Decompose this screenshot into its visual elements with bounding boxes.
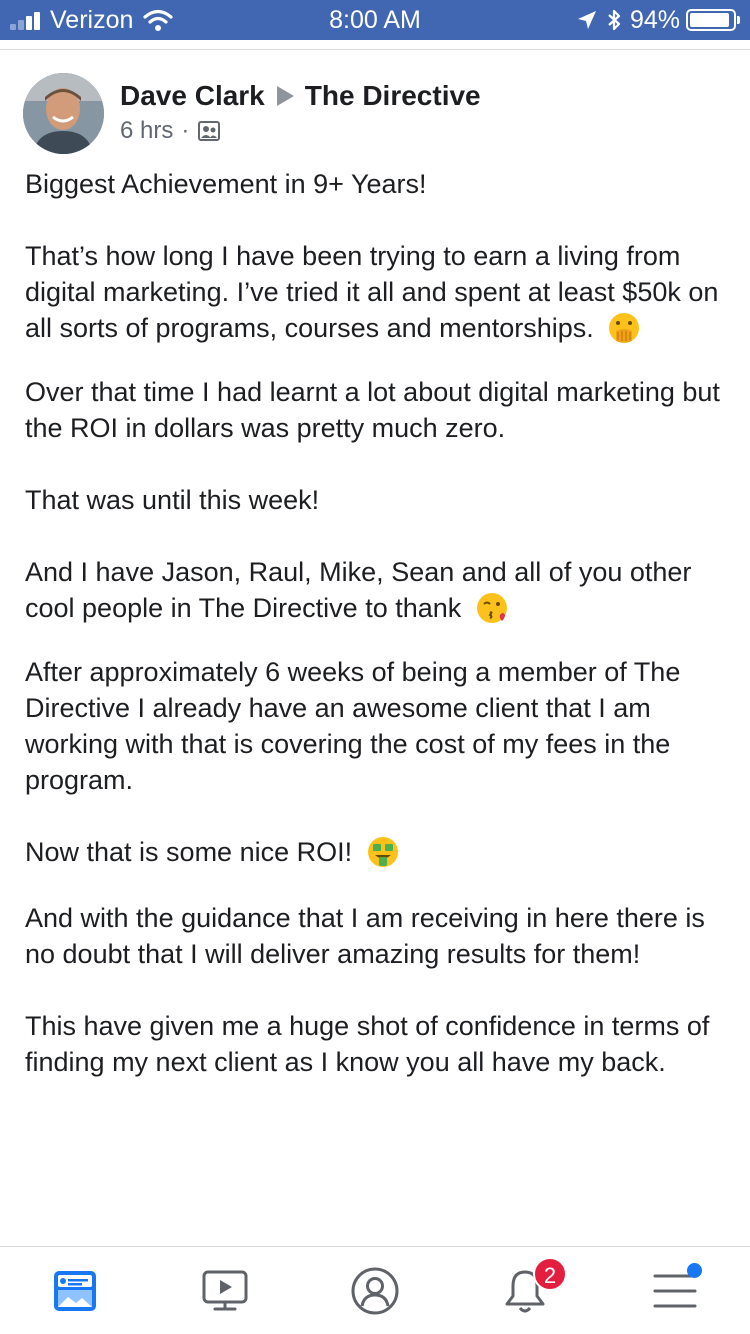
author-avatar[interactable] bbox=[23, 73, 104, 154]
profile-icon bbox=[351, 1267, 399, 1315]
post-meta: 6 hrs · bbox=[120, 116, 221, 146]
post-paragraph: That’s how long I have been trying to ea… bbox=[25, 241, 719, 343]
bluetooth-icon bbox=[608, 9, 621, 31]
post-body: Biggest Achievement in 9+ Years! That’s … bbox=[25, 166, 737, 1116]
post-paragraph: That was until this week! bbox=[25, 485, 320, 515]
post-paragraph: After approximately 6 weeks of being a m… bbox=[25, 657, 681, 795]
money-mouth-face-emoji bbox=[367, 837, 398, 867]
video-play-icon bbox=[202, 1270, 248, 1311]
tab-news-feed[interactable] bbox=[0, 1247, 150, 1334]
battery-fill bbox=[690, 13, 730, 27]
hand-over-mouth-emoji bbox=[609, 313, 640, 343]
news-feed-icon bbox=[54, 1271, 96, 1311]
meta-separator: · bbox=[181, 117, 190, 144]
author-name[interactable]: Dave Clark bbox=[120, 80, 265, 112]
menu-notification-dot bbox=[687, 1263, 702, 1278]
battery-icon bbox=[686, 9, 740, 31]
status-bar: Verizon 8:00 AM 94% bbox=[0, 0, 750, 40]
avatar-photo bbox=[23, 73, 104, 154]
battery-percent: 94% bbox=[629, 5, 680, 34]
group-icon bbox=[198, 121, 221, 141]
face-blowing-kiss-emoji bbox=[476, 593, 507, 623]
group-name[interactable]: The Directive bbox=[305, 80, 481, 112]
notification-badge: 2 bbox=[533, 1257, 567, 1291]
post-paragraph: Over that time I had learnt a lot about … bbox=[25, 377, 720, 443]
post-paragraph: And I have Jason, Raul, Mike, Sean and a… bbox=[25, 557, 692, 623]
post-timestamp[interactable]: 6 hrs bbox=[120, 117, 173, 145]
post-paragraph: This have given me a huge shot of confid… bbox=[25, 1011, 710, 1077]
tab-notifications[interactable]: 2 bbox=[450, 1247, 600, 1334]
location-arrow-icon bbox=[577, 11, 596, 29]
post-paragraph: Biggest Achievement in 9+ Years! bbox=[25, 169, 427, 199]
bottom-tab-bar: 2 bbox=[0, 1246, 750, 1334]
top-divider bbox=[0, 40, 750, 50]
tab-watch[interactable] bbox=[150, 1247, 300, 1334]
tab-profile[interactable] bbox=[300, 1247, 450, 1334]
post-author-line: Dave Clark The Directive bbox=[120, 78, 481, 114]
post-paragraph: And with the guidance that I am receivin… bbox=[25, 903, 705, 969]
status-bar-right: 94% bbox=[576, 0, 740, 40]
post-paragraph: Now that is some nice ROI! bbox=[25, 834, 737, 870]
tab-menu[interactable] bbox=[600, 1247, 750, 1334]
triangle-right-icon bbox=[276, 86, 294, 106]
